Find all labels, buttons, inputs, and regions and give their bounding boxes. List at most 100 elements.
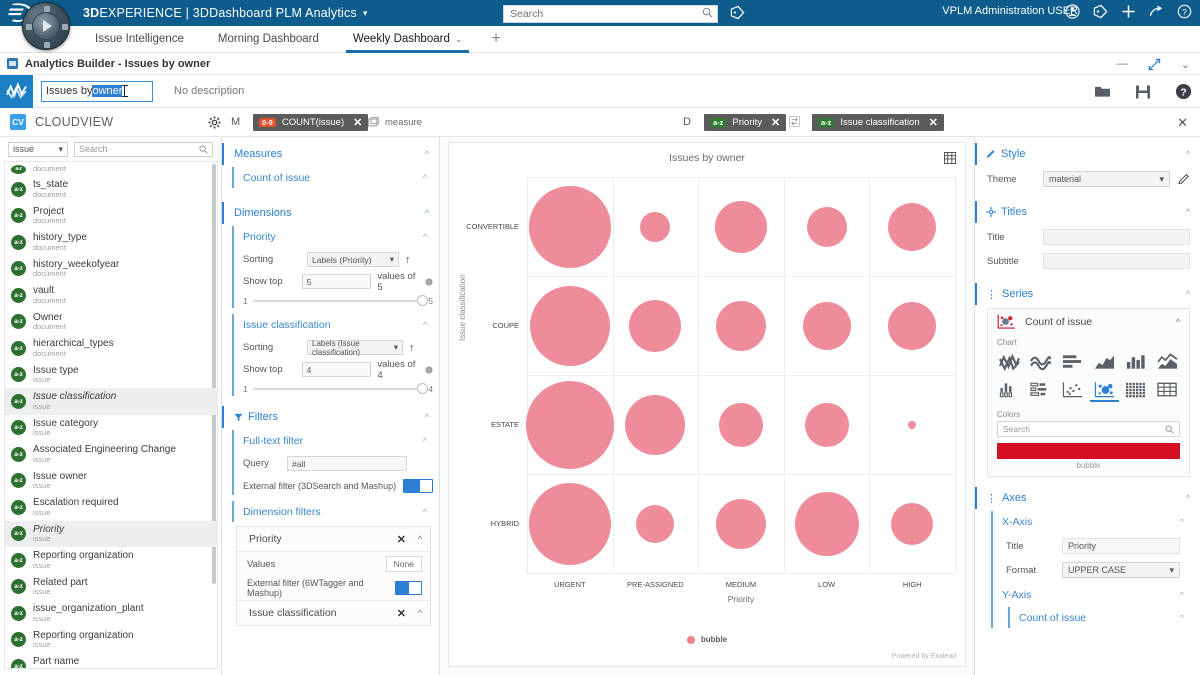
chevron-down-icon[interactable]: ▾ xyxy=(363,8,368,19)
grouped-column-icon[interactable] xyxy=(995,377,1024,402)
field-list-item[interactable]: a-zReporting organizationissue xyxy=(5,627,217,654)
x-axis-header[interactable]: X-Axis ^ xyxy=(1002,511,1190,532)
field-list[interactable]: a-zdocumenta-zts_statedocumenta-zProject… xyxy=(4,161,218,669)
chevron-up-icon[interactable]: ^ xyxy=(1186,207,1190,217)
chart-bubble[interactable] xyxy=(529,483,611,565)
chart-bubble[interactable] xyxy=(888,302,936,350)
account-icon[interactable] xyxy=(1065,4,1080,19)
field-list-item[interactable]: a-zEscalation requiredissue xyxy=(5,494,217,521)
field-list-item[interactable]: a-zdocument xyxy=(5,162,217,176)
save-icon[interactable] xyxy=(1135,84,1151,100)
chevron-up-icon[interactable]: ^ xyxy=(1180,590,1184,600)
theme-select[interactable]: material ▾ xyxy=(1043,171,1170,187)
fulltext-filter-header[interactable]: Full-text filter ^ xyxy=(243,430,433,451)
sorting-select[interactable]: Labels (Issue classification) ▾ xyxy=(307,340,403,355)
chart-bubble[interactable] xyxy=(529,186,611,268)
table-view-icon[interactable] xyxy=(944,152,956,164)
chart-bubble[interactable] xyxy=(526,381,614,469)
field-list-item[interactable]: a-zts_statedocument xyxy=(5,176,217,203)
compass-button[interactable] xyxy=(22,2,70,50)
chart-bubble[interactable] xyxy=(795,492,859,556)
style-section-header[interactable]: Style ^ xyxy=(975,143,1200,165)
chevron-up-icon[interactable]: ^ xyxy=(425,208,429,218)
show-top-slider-issue-classification[interactable]: 1 4 xyxy=(243,382,433,396)
sort-ascending-icon[interactable]: ↑ xyxy=(405,254,411,266)
field-list-item[interactable]: a-zPart nameissue xyxy=(5,653,217,669)
chevron-up-icon[interactable]: ^ xyxy=(423,320,427,330)
field-type-select[interactable]: issue ▾ xyxy=(8,142,68,157)
close-icon[interactable]: ✕ xyxy=(1177,115,1188,131)
field-list-item[interactable]: a-zIssue classificationissue xyxy=(5,388,217,415)
field-list-item[interactable]: a-zhierarchical_typesdocument xyxy=(5,335,217,362)
chart-bubble[interactable] xyxy=(625,395,685,455)
chart-bubble[interactable] xyxy=(891,503,933,545)
chevron-up-icon[interactable]: ^ xyxy=(1186,149,1190,159)
field-list-item[interactable]: a-zProjectdocument xyxy=(5,203,217,230)
tag-icon[interactable] xyxy=(1093,4,1108,19)
sorting-select[interactable]: Labels (Priority) ▾ xyxy=(307,252,399,267)
dimension-filter-header[interactable]: Priority ✕ ^ xyxy=(237,527,430,552)
show-top-slider-priority[interactable]: 1 5 xyxy=(243,294,433,308)
dimension-filter-issue-classification-header[interactable]: Issue classification ✕ ^ xyxy=(237,600,430,625)
field-list-item[interactable]: a-zPriorityissue xyxy=(5,521,217,548)
query-input[interactable]: #all xyxy=(287,456,407,471)
search-icon[interactable] xyxy=(702,7,713,18)
chevron-up-icon[interactable]: ^ xyxy=(1180,613,1184,623)
widget-description[interactable]: No description xyxy=(174,85,244,97)
add-icon[interactable] xyxy=(1121,4,1136,19)
chart-bubble[interactable] xyxy=(636,505,674,543)
values-value[interactable]: None xyxy=(386,556,422,572)
stacked-area-icon[interactable] xyxy=(1153,349,1182,374)
field-list-item[interactable]: a-zissue_organization_plantissue xyxy=(5,600,217,627)
chart-bubble[interactable] xyxy=(629,300,681,352)
chevron-up-icon[interactable]: ^ xyxy=(1176,317,1180,327)
field-list-item[interactable]: a-zIssue categoryissue xyxy=(5,415,217,442)
pencil-icon[interactable] xyxy=(1178,173,1190,185)
measures-section-header[interactable]: Measures ^ xyxy=(222,143,439,165)
heatmap-icon[interactable] xyxy=(1122,377,1151,402)
series-item-header[interactable]: Count of issue ^ xyxy=(988,309,1189,335)
chevron-up-icon[interactable]: ^ xyxy=(423,436,427,446)
dimension-header[interactable]: Issue classification ^ xyxy=(243,314,433,335)
series-section-header[interactable]: ⋮ Series ^ xyxy=(975,283,1200,305)
dimension-chip-issue-classification[interactable]: a-z Issue classification ✕ xyxy=(812,114,944,131)
swap-icon[interactable] xyxy=(789,116,800,127)
chart-bubble[interactable] xyxy=(803,302,851,350)
gear-icon[interactable] xyxy=(208,116,221,129)
share-icon[interactable] xyxy=(1149,4,1164,19)
dimensions-section-header[interactable]: Dimensions ^ xyxy=(222,202,439,224)
field-list-item[interactable]: a-zRelated partissue xyxy=(5,574,217,601)
tag-icon[interactable] xyxy=(730,5,745,20)
field-list-item[interactable]: a-zOwnerdocument xyxy=(5,309,217,336)
chart-bubble[interactable] xyxy=(715,201,767,253)
chart-bubble[interactable] xyxy=(716,301,766,351)
minimize-button[interactable]: — xyxy=(1117,58,1128,70)
folder-icon[interactable] xyxy=(1094,84,1111,99)
titles-section-header[interactable]: Titles ^ xyxy=(975,201,1200,223)
line-chart-icon[interactable] xyxy=(995,349,1024,374)
chevron-down-icon[interactable]: ⌄ xyxy=(455,34,463,45)
close-icon[interactable]: ✕ xyxy=(929,116,938,129)
chart-bubble[interactable] xyxy=(716,499,766,549)
window-menu-chevron-icon[interactable]: ⌄ xyxy=(1181,58,1190,71)
expand-icon[interactable] xyxy=(1148,58,1161,71)
bubble-chart-icon[interactable] xyxy=(1090,377,1119,402)
slider-knob[interactable] xyxy=(417,383,428,394)
chart-bubble[interactable] xyxy=(807,207,847,247)
chart-bubble[interactable] xyxy=(805,403,849,447)
spline-chart-icon[interactable] xyxy=(1027,349,1056,374)
chevron-up-icon[interactable]: ^ xyxy=(418,534,422,544)
chevron-up-icon[interactable]: ^ xyxy=(418,608,422,618)
field-list-item[interactable]: a-zIssue ownerissue xyxy=(5,468,217,495)
table-icon[interactable] xyxy=(1153,377,1182,402)
chart-bubble[interactable] xyxy=(640,212,670,242)
external-filter-toggle[interactable] xyxy=(403,479,433,493)
chart-bubble[interactable] xyxy=(908,421,916,429)
title-input[interactable] xyxy=(1043,229,1190,245)
chart-bubble[interactable] xyxy=(888,203,936,251)
measure-chip[interactable]: 0-9 COUNT(issue) ✕ xyxy=(253,114,368,131)
close-icon[interactable]: ✕ xyxy=(353,116,362,129)
info-icon[interactable]: i xyxy=(425,278,433,286)
field-search-input[interactable]: Search xyxy=(74,142,213,157)
close-icon[interactable]: ✕ xyxy=(771,116,780,129)
